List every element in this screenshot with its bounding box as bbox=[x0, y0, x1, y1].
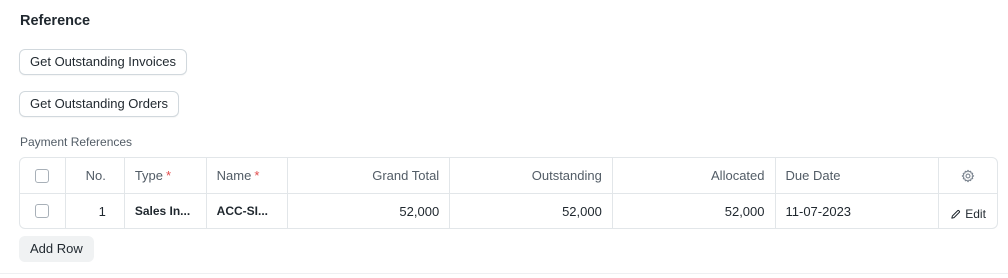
pencil-icon bbox=[951, 209, 961, 219]
header-name[interactable]: Name * bbox=[207, 158, 288, 193]
required-marker: * bbox=[254, 168, 260, 183]
section-title: Reference bbox=[20, 13, 91, 29]
header-type[interactable]: Type * bbox=[125, 158, 207, 193]
gear-icon[interactable] bbox=[961, 169, 975, 183]
get-outstanding-orders-button[interactable]: Get Outstanding Orders bbox=[19, 91, 180, 117]
header-settings-cell[interactable] bbox=[939, 158, 997, 193]
header-due-date[interactable]: Due Date bbox=[776, 158, 940, 193]
required-marker: * bbox=[166, 168, 172, 183]
row-outstanding[interactable]: 52,000 bbox=[450, 194, 613, 228]
row-name[interactable]: ACC-SI... bbox=[207, 194, 288, 228]
row-allocated[interactable]: 52,000 bbox=[613, 194, 776, 228]
header-allocated[interactable]: Allocated bbox=[613, 158, 776, 193]
row-type[interactable]: Sales In... bbox=[125, 194, 207, 228]
payment-references-label: Payment References bbox=[20, 135, 133, 149]
header-select-cell bbox=[20, 158, 66, 193]
row-edit-button[interactable]: Edit bbox=[950, 201, 986, 221]
section-divider bbox=[0, 273, 1008, 274]
header-name-label: Name bbox=[216, 168, 252, 183]
header-outstanding[interactable]: Outstanding bbox=[450, 158, 613, 193]
row-select-cell bbox=[20, 194, 66, 228]
table-header-row: No. Type * Name * Grand Total Outstanding … bbox=[20, 158, 997, 194]
row-checkbox[interactable] bbox=[35, 204, 50, 218]
row-no: 1 bbox=[66, 194, 125, 228]
add-row-button[interactable]: Add Row bbox=[19, 236, 94, 262]
row-grand-total[interactable]: 52,000 bbox=[288, 194, 451, 228]
edit-label: Edit bbox=[965, 207, 986, 221]
table-row[interactable]: 1 Sales In... ACC-SI... 52,000 52,000 52… bbox=[20, 194, 997, 228]
get-outstanding-invoices-button[interactable]: Get Outstanding Invoices bbox=[19, 49, 187, 75]
payment-references-table: No. Type * Name * Grand Total Outstanding … bbox=[19, 157, 998, 229]
header-grand-total[interactable]: Grand Total bbox=[288, 158, 451, 193]
header-type-label: Type bbox=[134, 168, 163, 183]
row-due-date[interactable]: 11-07-2023 bbox=[776, 194, 940, 228]
select-all-checkbox[interactable] bbox=[35, 168, 50, 183]
header-no: No. bbox=[66, 158, 125, 193]
row-edit-cell[interactable]: Edit bbox=[939, 194, 997, 228]
